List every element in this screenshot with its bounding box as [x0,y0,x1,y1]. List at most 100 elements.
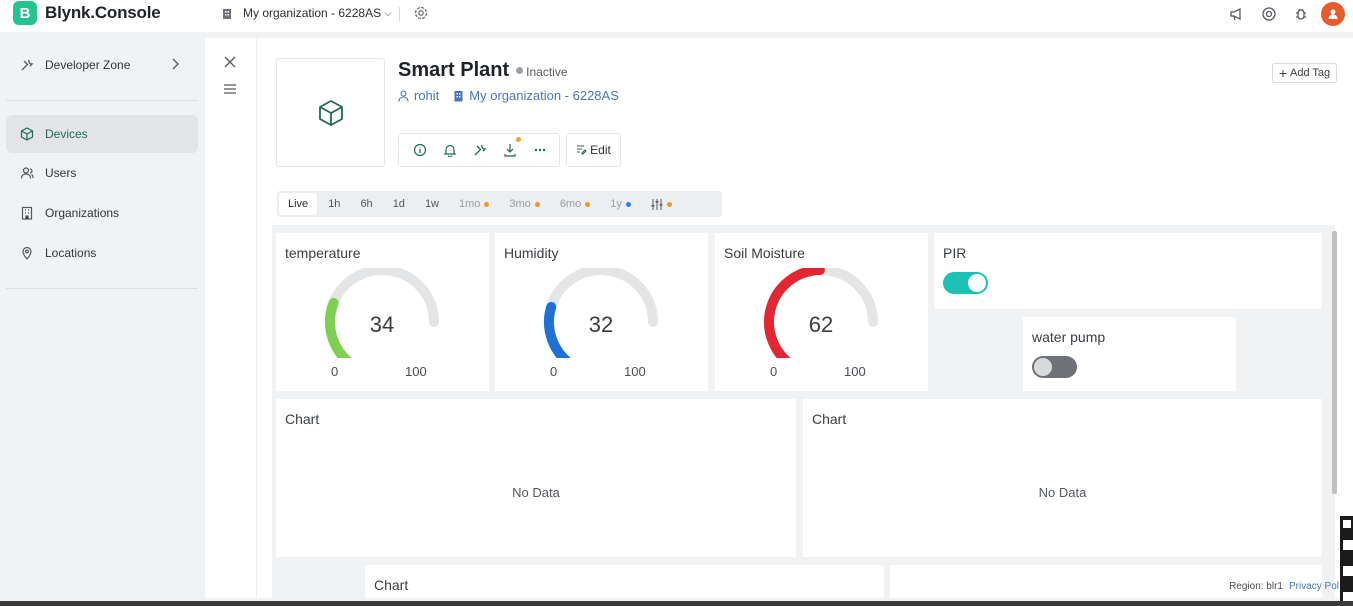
app-name: Blynk.Console [45,3,161,22]
tab-1w[interactable]: 1w [416,193,448,215]
tab-label: 6h [360,198,373,210]
chart-widget[interactable]: Chart [365,565,884,598]
download-icon [504,144,516,157]
gauge-min: 0 [550,364,558,379]
gauge-value: 34 [369,312,395,337]
tab-3mo[interactable]: 3mo [500,193,548,215]
side-tool-overlay [1340,516,1353,606]
tab-label: 1w [424,198,439,210]
megaphone-icon[interactable] [1229,6,1245,22]
tab-label: 1mo [459,198,481,210]
sidebar-item-label: Developer Zone [45,58,131,72]
empty-state: No Data [512,485,560,500]
gauge-value: 32 [588,312,614,337]
chart-widget[interactable]: Chart No Data [803,399,1322,557]
organization-name: My organization - 6228AS [243,6,382,20]
chevron-down-icon: ⌵ [384,7,392,19]
tab-label: 6mo [559,198,582,210]
widget-title: temperature [285,245,361,261]
download-button[interactable] [503,137,521,157]
widget-title: PIR [943,245,967,261]
link-icon[interactable] [1343,520,1351,528]
tools-icon[interactable] [473,143,487,157]
building-icon [223,8,231,19]
tool-button[interactable] [1343,566,1353,576]
info-icon[interactable] [413,143,427,157]
logo-badge: B [13,1,37,25]
building-icon [21,206,33,220]
water-pump-toggle[interactable] [1032,356,1077,378]
bug-icon[interactable] [1293,6,1309,22]
sidebar-item-locations[interactable]: Locations [6,234,198,272]
help-icon[interactable] [1261,6,1277,22]
widget-title: water pump [1032,329,1106,345]
gauge: 32 0 100 [535,265,667,388]
organization-link[interactable]: My organization - 6228AS [469,88,619,103]
gauge-widget-humidity[interactable]: Humidity 32 0 100 [495,233,708,391]
widget-title: Chart [812,411,847,427]
sidebar-item-users[interactable]: Users [6,154,198,192]
pir-toggle[interactable] [943,272,988,294]
divider [399,7,400,21]
cube-icon [318,99,343,126]
privacy-link[interactable]: Privacy Pol [1289,581,1339,592]
status-badge: Inactive [526,65,568,79]
users-icon [20,167,34,179]
owner-link[interactable]: rohit [414,88,439,103]
footer: Region: blr1 Privacy Pol [1229,581,1339,592]
switch-widget-pir: PIR [934,233,1322,309]
gauge-widget-soil-moisture[interactable]: Soil Moisture 62 0 100 [715,233,928,391]
tool-button[interactable] [1343,540,1353,550]
empty-state: No Data [1038,485,1087,500]
location-pin-icon [22,246,32,260]
sidebar-item-label: Devices [45,127,88,141]
premium-dot [484,201,490,207]
organization-switcher[interactable]: My organization - 6228AS ⌵ [222,6,392,20]
tab-1h[interactable]: 1h [319,193,349,215]
premium-dot [625,201,631,207]
edit-button[interactable]: Edit [566,133,621,167]
sidebar-item-label: Organizations [45,206,120,220]
close-icon[interactable] [224,56,236,68]
user-icon [1328,9,1338,19]
sidebar-item-devices[interactable]: Devices [6,115,198,153]
sidebar-item-label: Users [45,166,77,180]
toggle-knob [1034,358,1052,376]
tab-1y[interactable]: 1y [601,193,640,215]
notification-dot [516,137,521,142]
tab-live[interactable]: Live [279,193,318,215]
tab-custom-range[interactable] [642,193,681,215]
add-tag-button[interactable]: + Add Tag [1272,63,1337,83]
tab-6mo[interactable]: 6mo [551,193,599,215]
cube-icon [20,127,34,141]
more-icon[interactable] [533,143,547,157]
gauge-min: 0 [331,364,339,379]
blynk-logo[interactable]: B Blynk.Console [13,1,161,25]
premium-dot [534,201,540,207]
tab-1mo[interactable]: 1mo [450,193,498,215]
device-image[interactable] [276,58,385,167]
tab-1d[interactable]: 1d [384,193,414,215]
tab-label: 1h [328,198,341,210]
widget-title: Humidity [504,245,559,261]
sidebar-item-organizations[interactable]: Organizations [6,194,198,232]
plus-icon: + [1278,65,1287,81]
gauge-min: 0 [770,364,778,379]
dashboard: temperature 34 0 100 Humidity 32 0 100 S… [272,225,1335,598]
sidebar-item-developer-zone[interactable]: Developer Zone [6,46,198,84]
scrollbar[interactable] [1332,231,1337,494]
gauge-value: 62 [808,312,834,337]
menu-icon[interactable] [224,84,236,94]
add-tag-label: Add Tag [1290,67,1331,79]
chart-widget[interactable]: Chart No Data [276,399,796,557]
gear-icon[interactable] [413,5,429,21]
tab-6h[interactable]: 6h [351,193,381,215]
tab-label: 1d [392,198,405,210]
avatar[interactable] [1321,2,1345,26]
sidebar-item-label: Locations [45,246,97,260]
bell-icon[interactable] [443,143,457,157]
user-icon [398,89,409,102]
switch-widget-water-pump: water pump [1023,317,1236,391]
gauge-max: 100 [844,364,866,379]
gauge-widget-temperature[interactable]: temperature 34 0 100 [276,233,489,391]
